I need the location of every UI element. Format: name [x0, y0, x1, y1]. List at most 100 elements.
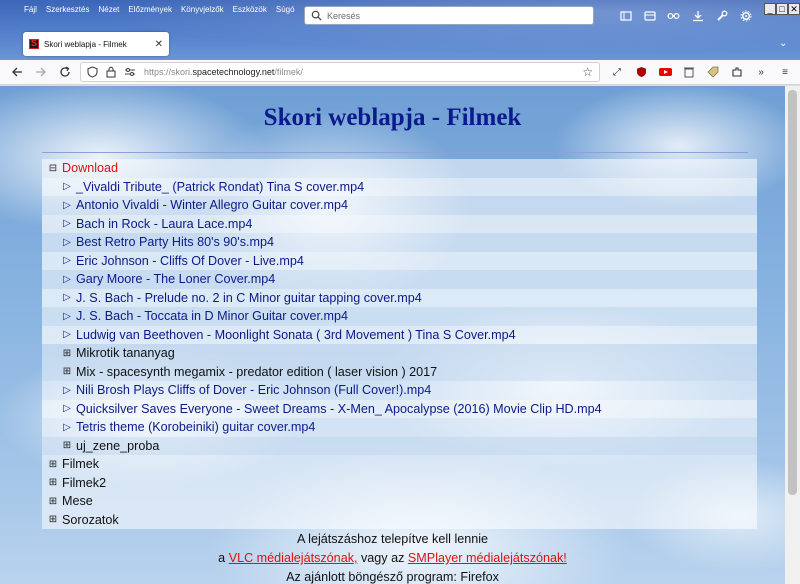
- expand-box-icon[interactable]: ⊞: [60, 440, 74, 451]
- download-icon[interactable]: [689, 7, 706, 24]
- tab-list-chevron-icon[interactable]: ⌄: [779, 38, 787, 49]
- bookmark-star-icon[interactable]: ☆: [582, 65, 593, 79]
- folder-name[interactable]: Download: [62, 161, 118, 175]
- play-triangle-icon[interactable]: ▷: [60, 311, 74, 322]
- tab-close-icon[interactable]: ✕: [155, 39, 163, 50]
- menu-help[interactable]: Súgó: [276, 5, 295, 14]
- tab-active[interactable]: Skori weblapja - Filmek ✕: [23, 32, 169, 56]
- file-link-row[interactable]: ▷ Bach in Rock - Laura Lace.mp4: [42, 214, 757, 233]
- scrollbar-thumb[interactable]: [788, 90, 797, 495]
- file-name[interactable]: Eric Johnson - Cliffs Of Dover - Live.mp…: [76, 254, 304, 268]
- expand-box-icon[interactable]: ⊞: [60, 348, 74, 359]
- folder-row[interactable]: ⊟ Download: [42, 159, 757, 178]
- trash-icon[interactable]: [680, 63, 698, 81]
- menu-file[interactable]: Fájl: [24, 5, 37, 14]
- shield-icon[interactable]: [87, 66, 98, 78]
- file-link-row[interactable]: ▷ Eric Johnson - Cliffs Of Dover - Live.m…: [42, 251, 757, 270]
- close-window-button[interactable]: ✕: [788, 3, 800, 15]
- folder-row[interactable]: ⊞ Filmek2: [42, 474, 757, 493]
- folder-name[interactable]: Sorozatok: [62, 513, 119, 527]
- ublock-shield-icon[interactable]: [632, 63, 650, 81]
- folder-name[interactable]: Mix - spacesynth megamix - predator edit…: [76, 365, 437, 379]
- private-mask-icon[interactable]: [665, 7, 682, 24]
- menu-tools[interactable]: Eszközök: [233, 5, 267, 14]
- file-name[interactable]: Ludwig van Beethoven - Moonlight Sonata …: [76, 328, 516, 342]
- page-scrollbar[interactable]: [785, 86, 800, 584]
- menu-history[interactable]: Előzmények: [128, 5, 172, 14]
- file-link-row[interactable]: ▷ J. S. Bach - Toccata in D Minor Guitar …: [42, 307, 757, 326]
- play-triangle-icon[interactable]: ▷: [60, 181, 74, 192]
- menu-edit[interactable]: Szerkesztés: [46, 5, 90, 14]
- gear-icon[interactable]: [737, 7, 754, 24]
- menu-bookmarks[interactable]: Könyvjelzők: [181, 5, 224, 14]
- smplayer-link[interactable]: SMPlayer médialejátszónak!: [408, 551, 567, 565]
- file-link-row[interactable]: ▷ Antonio Vivaldi - Winter Allegro Guitar…: [42, 196, 757, 215]
- file-name[interactable]: Gary Moore - The Loner Cover.mp4: [76, 272, 275, 286]
- file-name[interactable]: Nili Brosh Plays Cliffs of Dover - Eric …: [76, 383, 431, 397]
- folder-row[interactable]: ⊞ Mikrotik tananyag: [42, 344, 757, 363]
- play-triangle-icon[interactable]: ▷: [60, 255, 74, 266]
- play-triangle-icon[interactable]: ▷: [60, 329, 74, 340]
- forward-arrow-icon[interactable]: [32, 63, 50, 81]
- folder-name[interactable]: Filmek: [62, 457, 99, 471]
- folder-name[interactable]: Mikrotik tananyag: [76, 346, 175, 360]
- file-link-row[interactable]: ▷ J. S. Bach - Prelude no. 2 in C Minor g…: [42, 288, 757, 307]
- file-name[interactable]: _Vivaldi Tribute_ (Patrick Rondat) Tina …: [76, 180, 364, 194]
- folder-row[interactable]: ⊞ Mix - spacesynth megamix - predator edi…: [42, 362, 757, 381]
- file-link-row[interactable]: ▷ Nili Brosh Plays Cliffs of Dover - Eric…: [42, 381, 757, 400]
- tag-extension-icon[interactable]: [704, 63, 722, 81]
- file-link-row[interactable]: ▷ _Vivaldi Tribute_ (Patrick Rondat) Tina…: [42, 177, 757, 196]
- sidebar-icon[interactable]: [641, 7, 658, 24]
- file-name[interactable]: Tetris theme (Korobeiniki) guitar cover.…: [76, 420, 315, 434]
- file-link-row[interactable]: ▷ Quicksilver Saves Everyone - Sweet Drea…: [42, 399, 757, 418]
- maximize-button[interactable]: □: [776, 3, 788, 15]
- play-triangle-icon[interactable]: ▷: [60, 422, 74, 433]
- folder-row[interactable]: ⊞ Mese: [42, 492, 757, 511]
- file-name[interactable]: J. S. Bach - Toccata in D Minor Guitar c…: [76, 309, 348, 323]
- file-name[interactable]: Quicksilver Saves Everyone - Sweet Dream…: [76, 402, 602, 416]
- expand-box-icon[interactable]: ⊞: [60, 366, 74, 377]
- folder-name[interactable]: Filmek2: [62, 476, 106, 490]
- expand-box-icon[interactable]: ⊞: [46, 514, 60, 525]
- play-triangle-icon[interactable]: ▷: [60, 237, 74, 248]
- play-triangle-icon[interactable]: ▷: [60, 403, 74, 414]
- address-bar[interactable]: https://skori.spacetechnology.net/filmek…: [80, 62, 600, 82]
- file-name[interactable]: Bach in Rock - Laura Lace.mp4: [76, 217, 252, 231]
- collapse-box-icon[interactable]: ⊟: [46, 163, 60, 174]
- youtube-icon[interactable]: [656, 63, 674, 81]
- fullscreen-arrows-icon[interactable]: ⤢: [608, 63, 626, 81]
- library-icon[interactable]: [617, 7, 634, 24]
- reload-icon[interactable]: [56, 63, 74, 81]
- file-link-row[interactable]: ▷ Tetris theme (Korobeiniki) guitar cover…: [42, 418, 757, 437]
- menu-view[interactable]: Nézet: [98, 5, 119, 14]
- folder-row[interactable]: ⊞ Filmek: [42, 455, 757, 474]
- folder-row[interactable]: ⊞ Sorozatok: [42, 511, 757, 530]
- folder-name[interactable]: Mese: [62, 494, 93, 508]
- folder-name[interactable]: uj_zene_proba: [76, 439, 159, 453]
- back-arrow-icon[interactable]: [8, 63, 26, 81]
- wrench-icon[interactable]: [713, 7, 730, 24]
- file-link-row[interactable]: ▷ Best Retro Party Hits 80's 90's.mp4: [42, 233, 757, 252]
- play-triangle-icon[interactable]: ▷: [60, 385, 74, 396]
- expand-box-icon[interactable]: ⊞: [46, 496, 60, 507]
- hamburger-menu-icon[interactable]: ≡: [776, 63, 794, 81]
- play-triangle-icon[interactable]: ▷: [60, 218, 74, 229]
- file-name[interactable]: J. S. Bach - Prelude no. 2 in C Minor gu…: [76, 291, 422, 305]
- search-box[interactable]: Keresés: [304, 6, 594, 25]
- file-name[interactable]: Antonio Vivaldi - Winter Allegro Guitar …: [76, 198, 348, 212]
- minimize-button[interactable]: _: [764, 3, 776, 15]
- file-link-row[interactable]: ▷ Gary Moore - The Loner Cover.mp4: [42, 270, 757, 289]
- file-name[interactable]: Best Retro Party Hits 80's 90's.mp4: [76, 235, 274, 249]
- folder-row[interactable]: ⊞ uj_zene_proba: [42, 436, 757, 455]
- play-triangle-icon[interactable]: ▷: [60, 274, 74, 285]
- expand-box-icon[interactable]: ⊞: [46, 477, 60, 488]
- file-link-row[interactable]: ▷ Ludwig van Beethoven - Moonlight Sonata…: [42, 325, 757, 344]
- lock-icon[interactable]: [106, 66, 116, 78]
- overflow-chevrons-icon[interactable]: »: [752, 63, 770, 81]
- permissions-icon[interactable]: [124, 66, 136, 78]
- play-triangle-icon[interactable]: ▷: [60, 200, 74, 211]
- extensions-puzzle-icon[interactable]: [728, 63, 746, 81]
- vlc-link[interactable]: VLC médialejátszónak,: [229, 551, 358, 565]
- expand-box-icon[interactable]: ⊞: [46, 459, 60, 470]
- play-triangle-icon[interactable]: ▷: [60, 292, 74, 303]
